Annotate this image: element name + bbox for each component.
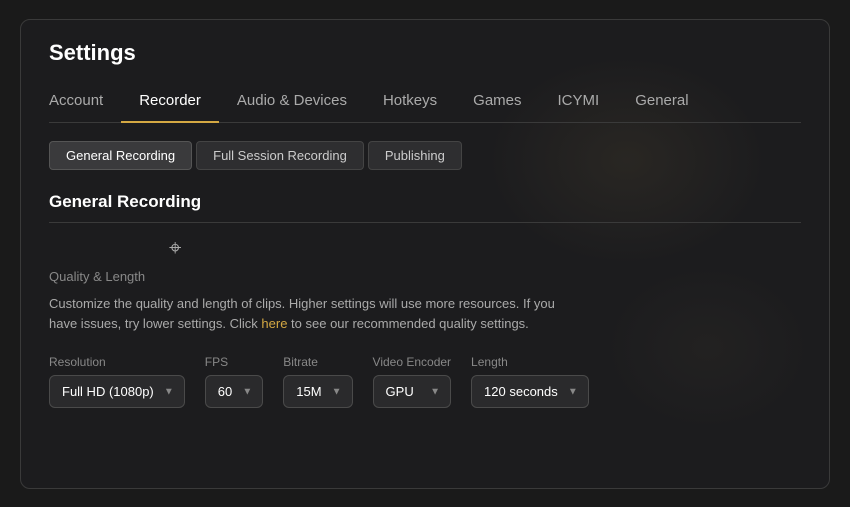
bitrate-dropdown[interactable]: 15M ▼ bbox=[283, 375, 352, 408]
bitrate-label: Bitrate bbox=[283, 355, 352, 369]
video-encoder-label: Video Encoder bbox=[373, 355, 452, 369]
resolution-dropdown[interactable]: Full HD (1080p) ▼ bbox=[49, 375, 185, 408]
nav-tabs: Account Recorder Audio & Devices Hotkeys… bbox=[49, 84, 801, 123]
description-link[interactable]: here bbox=[261, 316, 287, 331]
crosshair-area: ⌖ bbox=[169, 237, 801, 259]
fps-arrow-icon: ▼ bbox=[242, 386, 252, 397]
length-dropdown[interactable]: 120 seconds ▼ bbox=[471, 375, 589, 408]
fps-label: FPS bbox=[205, 355, 263, 369]
sub-tab-full-session[interactable]: Full Session Recording bbox=[196, 141, 364, 170]
main-content: General Recording ⌖ Quality & Length Cus… bbox=[21, 170, 829, 488]
length-group: Length 120 seconds ▼ bbox=[471, 355, 589, 408]
video-encoder-value: GPU bbox=[386, 384, 414, 399]
tab-account[interactable]: Account bbox=[49, 84, 121, 123]
settings-window: Settings Account Recorder Audio & Device… bbox=[20, 19, 830, 489]
video-encoder-dropdown[interactable]: GPU ▼ bbox=[373, 375, 452, 408]
resolution-label: Resolution bbox=[49, 355, 185, 369]
sub-tab-publishing[interactable]: Publishing bbox=[368, 141, 462, 170]
controls-row: Resolution Full HD (1080p) ▼ FPS 60 ▼ bbox=[49, 355, 801, 408]
section-title: General Recording bbox=[49, 192, 801, 223]
window-title: Settings bbox=[49, 40, 801, 66]
length-value: 120 seconds bbox=[484, 384, 558, 399]
length-arrow-icon: ▼ bbox=[568, 386, 578, 397]
bitrate-group: Bitrate 15M ▼ bbox=[283, 355, 352, 408]
bitrate-arrow-icon: ▼ bbox=[332, 386, 342, 397]
resolution-value: Full HD (1080p) bbox=[62, 384, 154, 399]
sub-tab-general-recording[interactable]: General Recording bbox=[49, 141, 192, 170]
tab-audio-devices[interactable]: Audio & Devices bbox=[219, 84, 365, 123]
quality-label: Quality & Length bbox=[49, 269, 801, 284]
fps-value: 60 bbox=[218, 384, 232, 399]
tab-hotkeys[interactable]: Hotkeys bbox=[365, 84, 455, 123]
description: Customize the quality and length of clip… bbox=[49, 294, 569, 336]
resolution-arrow-icon: ▼ bbox=[164, 386, 174, 397]
fps-group: FPS 60 ▼ bbox=[205, 355, 263, 408]
bitrate-value: 15M bbox=[296, 384, 321, 399]
tab-games[interactable]: Games bbox=[455, 84, 539, 123]
crosshair-icon: ⌖ bbox=[169, 237, 181, 259]
header: Settings Account Recorder Audio & Device… bbox=[21, 20, 829, 123]
resolution-group: Resolution Full HD (1080p) ▼ bbox=[49, 355, 185, 408]
tab-icymi[interactable]: ICYMI bbox=[540, 84, 618, 123]
tab-recorder[interactable]: Recorder bbox=[121, 84, 219, 123]
video-encoder-group: Video Encoder GPU ▼ bbox=[373, 355, 452, 408]
description-text-2: to see our recommended quality settings. bbox=[287, 316, 528, 331]
length-label: Length bbox=[471, 355, 589, 369]
video-encoder-arrow-icon: ▼ bbox=[430, 386, 440, 397]
sub-tabs: General Recording Full Session Recording… bbox=[21, 123, 829, 170]
fps-dropdown[interactable]: 60 ▼ bbox=[205, 375, 263, 408]
tab-general[interactable]: General bbox=[617, 84, 706, 123]
